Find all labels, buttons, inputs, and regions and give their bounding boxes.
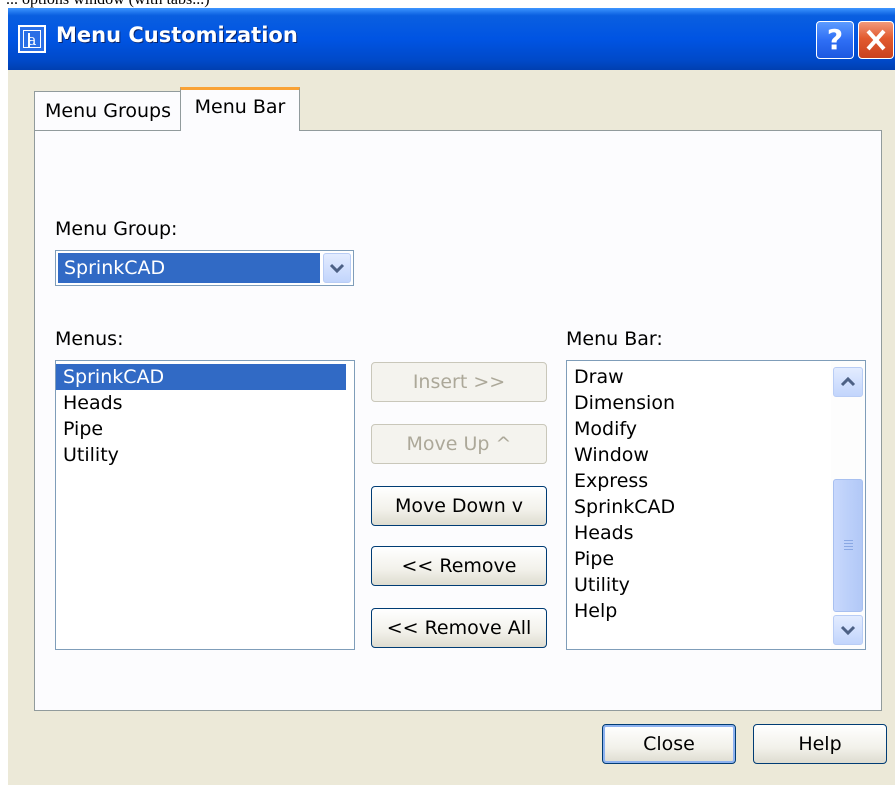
window-title: Menu Customization [56,23,298,47]
menu-group-dropdown[interactable]: SprinkCAD [55,250,354,286]
menu-bar-label: Menu Bar: [566,328,663,350]
chevron-up-icon [840,376,856,387]
list-item[interactable]: SprinkCAD [567,494,675,520]
list-item[interactable]: Utility [56,442,119,468]
page-top-strip: ... options window (with tabs...) [0,0,895,8]
list-item[interactable]: SprinkCAD [56,364,346,390]
menu-customization-dialog: a Menu Customization ? Menu Groups Menu … [8,8,895,785]
title-help-button[interactable]: ? [816,21,854,59]
list-item[interactable]: Heads [567,520,634,546]
page-strip-text: ... options window (with tabs...) [6,0,210,8]
list-item[interactable]: Pipe [56,416,103,442]
menu-group-value: SprinkCAD [58,253,320,283]
list-item[interactable]: Heads [56,390,123,416]
menu-group-label: Menu Group: [55,218,178,240]
list-item[interactable]: Modify [567,416,637,442]
list-item[interactable]: Pipe [567,546,614,572]
menu-bar-listbox[interactable]: Draw Dimension Modify Window Express Spr… [566,360,866,650]
chevron-down-icon [329,263,345,274]
dropdown-arrow-button[interactable] [323,253,351,283]
list-item[interactable]: Window [567,442,649,468]
tab-menu-groups[interactable]: Menu Groups [34,91,182,131]
close-icon [866,29,886,51]
menus-listbox[interactable]: SprinkCAD Heads Pipe Utility [55,360,355,650]
insert-button[interactable]: Insert >> [371,362,547,402]
list-item[interactable]: Help [567,598,617,624]
app-icon: a [18,25,46,53]
menus-label: Menus: [55,328,124,350]
list-item[interactable]: Dimension [567,390,675,416]
help-button[interactable]: Help [753,724,887,764]
remove-all-button[interactable]: << Remove All [371,608,547,648]
menu-bar-scrollbar[interactable] [831,361,865,649]
list-item[interactable]: Utility [567,572,630,598]
list-item[interactable]: Draw [567,364,624,390]
remove-button[interactable]: << Remove [371,546,547,586]
scroll-up-button[interactable] [833,367,863,397]
chevron-down-icon [840,625,856,636]
move-up-button[interactable]: Move Up ^ [371,424,547,464]
scroll-thumb[interactable] [833,479,863,612]
list-item[interactable]: Express [567,468,648,494]
title-bar[interactable]: a Menu Customization ? [8,8,895,70]
move-down-button[interactable]: Move Down v [371,486,547,526]
tab-menu-bar[interactable]: Menu Bar [180,87,300,131]
scroll-down-button[interactable] [833,615,863,645]
close-button[interactable]: Close [602,724,736,764]
title-close-button[interactable] [858,21,894,59]
